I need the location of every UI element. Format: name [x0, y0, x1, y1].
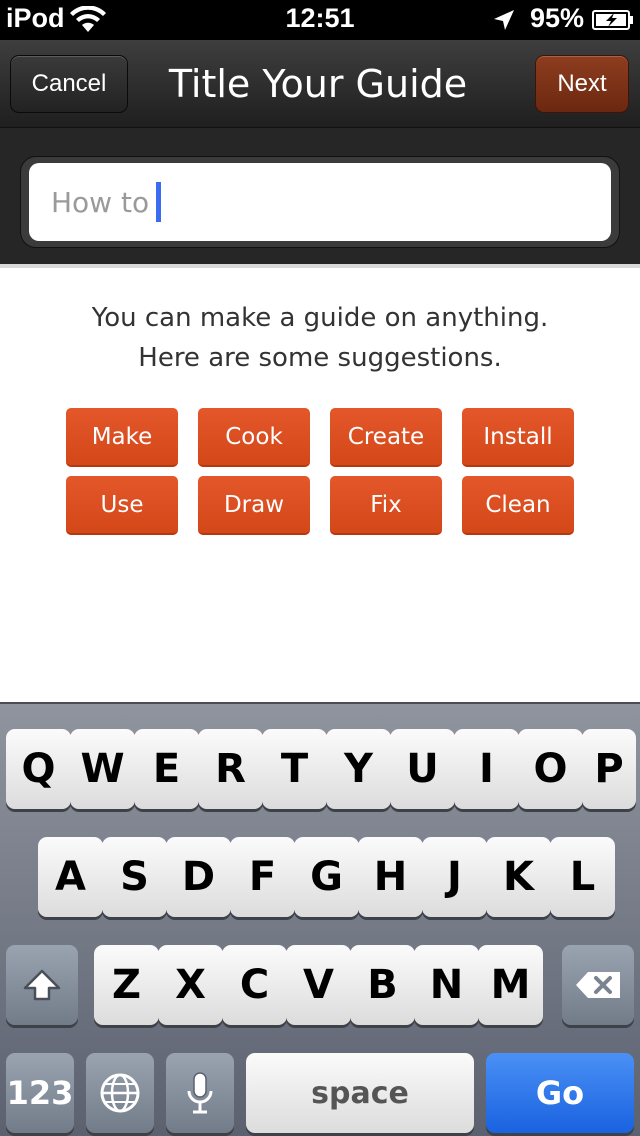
key-m[interactable]: M [478, 945, 543, 1025]
title-input-region: How to [0, 128, 640, 268]
key-v[interactable]: V [286, 945, 351, 1025]
guide-title-input[interactable]: How to [29, 163, 611, 241]
key-j[interactable]: J [422, 837, 487, 917]
key-w[interactable]: W [70, 729, 135, 809]
numbers-key[interactable]: 123 [6, 1053, 74, 1133]
battery-charging-icon [592, 10, 633, 30]
battery-percent: 95% [530, 3, 585, 33]
status-bar: iPod 12:51 95% [0, 0, 640, 40]
backspace-key[interactable] [562, 945, 634, 1025]
title-field-text: How to [51, 185, 150, 219]
key-c[interactable]: C [222, 945, 287, 1025]
hint-line-1: You can make a guide on anything. [91, 303, 549, 333]
microphone-icon [187, 1072, 213, 1114]
suggestion-chip[interactable]: Draw [198, 476, 310, 535]
key-d[interactable]: D [166, 837, 231, 917]
suggestion-chip[interactable]: Fix [330, 476, 442, 535]
key-g[interactable]: G [294, 837, 359, 917]
title-field-frame: How to [20, 156, 620, 248]
key-z[interactable]: Z [94, 945, 159, 1025]
space-key[interactable]: space [246, 1053, 474, 1133]
suggestion-chip[interactable]: Make [66, 408, 178, 467]
key-t[interactable]: T [262, 729, 327, 809]
key-q[interactable]: Q [6, 729, 71, 809]
key-e[interactable]: E [134, 729, 199, 809]
globe-icon [100, 1073, 140, 1113]
location-arrow-icon [494, 10, 514, 30]
hint-line-2: Here are some suggestions. [138, 343, 502, 373]
suggestion-chip[interactable]: Cook [198, 408, 310, 467]
key-n[interactable]: N [414, 945, 479, 1025]
globe-key[interactable] [86, 1053, 154, 1133]
cancel-button[interactable]: Cancel [10, 55, 128, 113]
key-u[interactable]: U [390, 729, 455, 809]
suggestion-chip[interactable]: Install [462, 408, 574, 467]
microphone-key[interactable] [166, 1053, 234, 1133]
key-b[interactable]: B [350, 945, 415, 1025]
key-x[interactable]: X [158, 945, 223, 1025]
go-key[interactable]: Go [486, 1053, 634, 1133]
key-l[interactable]: L [550, 837, 615, 917]
key-f[interactable]: F [230, 837, 295, 917]
next-button[interactable]: Next [535, 55, 629, 113]
key-p[interactable]: P [582, 729, 636, 809]
navigation-bar: Cancel Title Your Guide Next [0, 40, 640, 128]
key-k[interactable]: K [486, 837, 551, 917]
keyboard: Q W E R T Y U I O P A S D F G H J K L Z … [0, 702, 640, 1136]
suggestion-chip[interactable]: Clean [462, 476, 574, 535]
suggestion-chip[interactable]: Use [66, 476, 178, 535]
shift-icon [23, 969, 61, 1001]
key-y[interactable]: Y [326, 729, 391, 809]
suggestion-chip[interactable]: Create [330, 408, 442, 467]
page-title: Title Your Guide [168, 62, 468, 106]
key-o[interactable]: O [518, 729, 583, 809]
key-h[interactable]: H [358, 837, 423, 917]
text-caret [156, 182, 162, 222]
backspace-icon [576, 972, 620, 998]
key-s[interactable]: S [102, 837, 167, 917]
key-r[interactable]: R [198, 729, 263, 809]
shift-key[interactable] [6, 945, 78, 1025]
suggestion-hint: You can make a guide on anything. Here a… [0, 298, 640, 378]
key-a[interactable]: A [38, 837, 103, 917]
key-i[interactable]: I [454, 729, 519, 809]
